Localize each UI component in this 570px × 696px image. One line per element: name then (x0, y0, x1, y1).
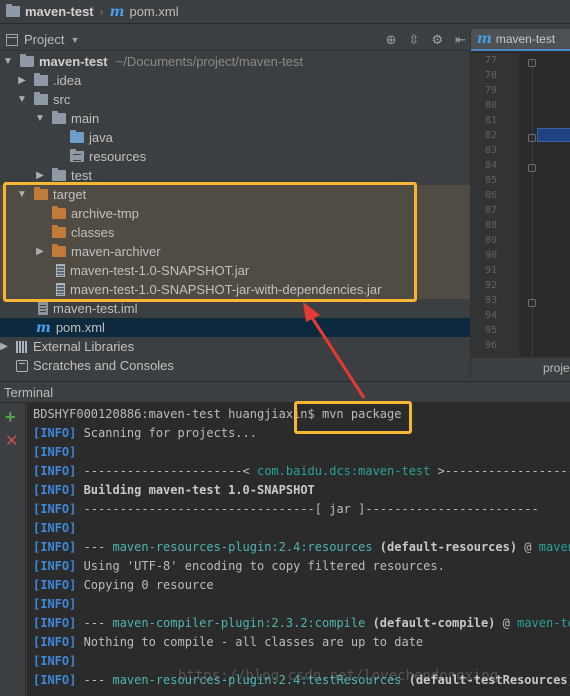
annotation-arrow (303, 302, 366, 399)
arrow-line (309, 315, 366, 399)
arrow-head-icon (303, 302, 320, 322)
watermark: https://blog.csdn.net/lovechendongxing (178, 668, 499, 684)
